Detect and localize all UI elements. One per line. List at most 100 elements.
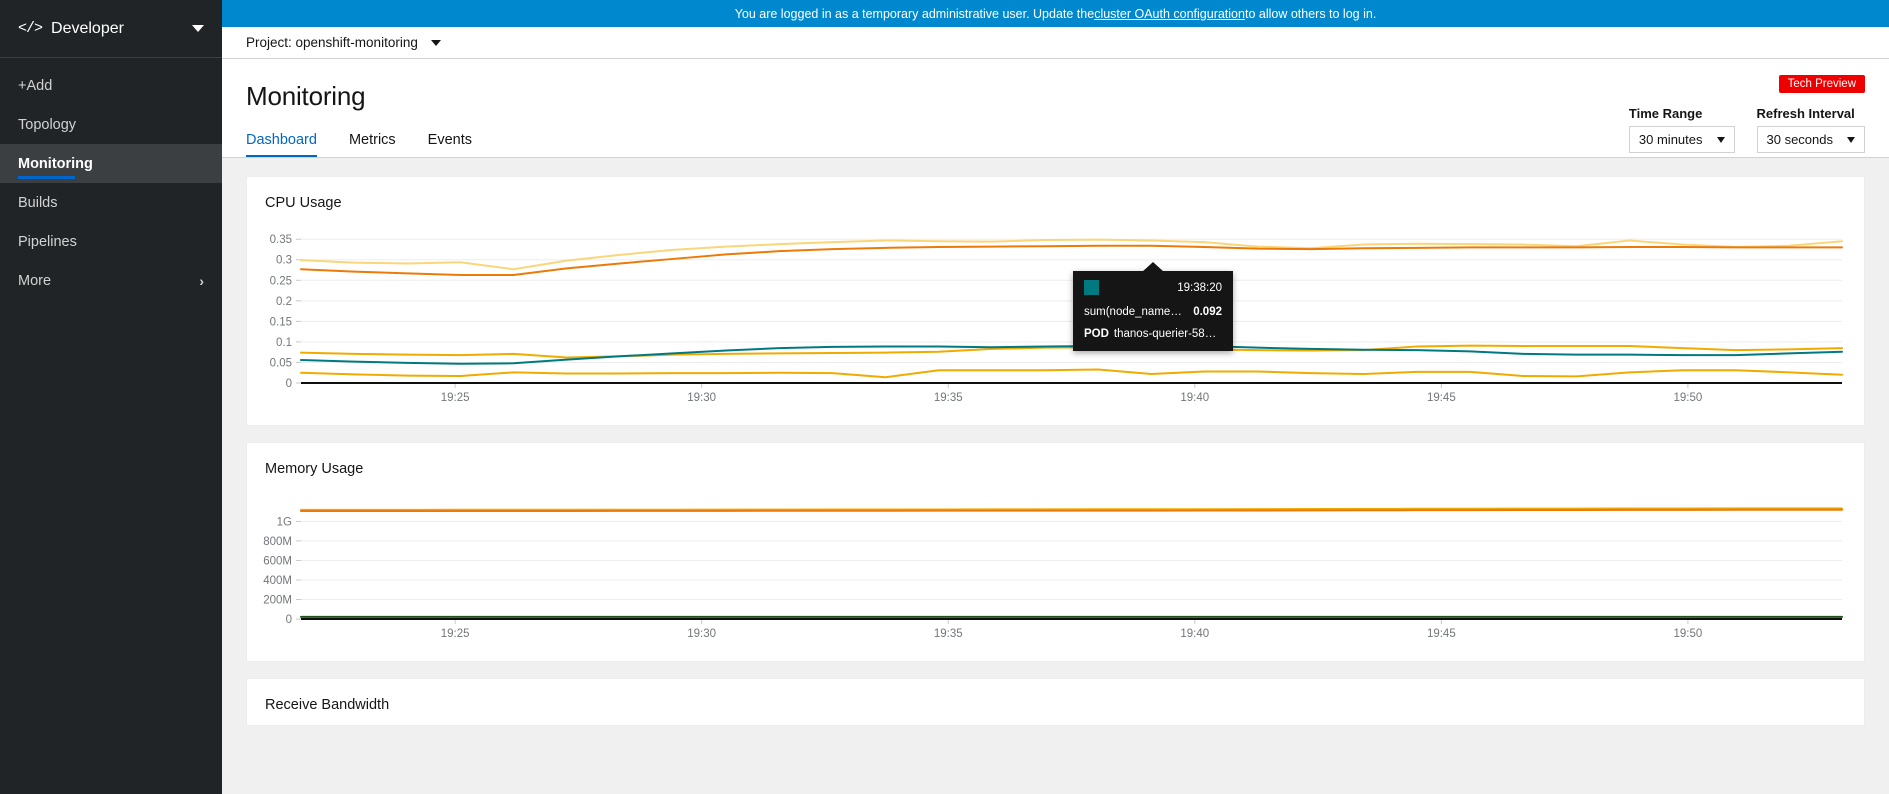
- tooltip-header: 19:38:20: [1073, 271, 1233, 302]
- series-line: [300, 368, 1843, 379]
- tab-metrics[interactable]: Metrics: [338, 132, 407, 157]
- tooltip-metric-value: 0.092: [1193, 306, 1222, 318]
- x-tick-label: 19:50: [1674, 392, 1703, 404]
- sidebar-item-more[interactable]: More ›: [0, 261, 222, 300]
- banner-text-before: You are logged in as a temporary adminis…: [734, 6, 1095, 21]
- page-title: Monitoring: [246, 81, 366, 111]
- x-tick-label: 19:40: [1180, 392, 1209, 404]
- tooltip-timestamp: 19:38:20: [1177, 281, 1222, 294]
- y-tick-label: 0: [286, 378, 292, 390]
- tooltip-series-swatch: [1084, 280, 1099, 295]
- card-cpu-usage: CPU Usage 0 0.05 0.1 0.15 0.2 0.25 0.3 0.35 19:2…: [246, 176, 1865, 426]
- chart-tooltip: 19:38:20 sum(node_namespace_pod_... 0.09…: [1073, 262, 1233, 351]
- y-tick-label: 0.35: [270, 234, 292, 246]
- sidebar-item-label: Pipelines: [18, 233, 77, 250]
- cluster-oauth-configuration-link[interactable]: cluster OAuth configuration: [1094, 7, 1245, 21]
- x-tick-label: 19:45: [1427, 628, 1456, 640]
- tooltip-metric-row: sum(node_namespace_pod_... 0.092: [1073, 302, 1233, 325]
- x-tick-label: 19:25: [441, 392, 470, 404]
- cpu-usage-chart[interactable]: 0 0.05 0.1 0.15 0.2 0.25 0.3 0.35 19:25 19:30 19:3…: [247, 223, 1864, 413]
- refresh-interval-label: Refresh Interval: [1756, 106, 1855, 121]
- chevron-down-icon: [1847, 136, 1855, 143]
- refresh-interval-value: 30 seconds: [1766, 132, 1834, 147]
- chevron-down-icon: [1716, 136, 1725, 143]
- refresh-interval-dropdown[interactable]: 30 seconds: [1756, 126, 1865, 153]
- y-tick-label: 0: [286, 614, 292, 626]
- memory-usage-chart[interactable]: 0 200M 400M 600M 800M 1G 19:25 19:30 19:35 19:40 1…: [247, 489, 1864, 649]
- card-memory-usage: Memory Usage 0 200M 400M 600M 800M 1G 19:25 19:…: [246, 442, 1865, 662]
- y-tick-label: 0.2: [276, 296, 292, 308]
- tab-dashboard[interactable]: Dashboard: [246, 132, 328, 157]
- perspective-label: Developer: [51, 19, 124, 37]
- card-receive-bandwidth: Receive Bandwidth: [246, 678, 1865, 726]
- card-title: CPU Usage: [265, 195, 342, 211]
- time-range-value: 30 minutes: [1638, 132, 1703, 147]
- y-tick-label: 0.05: [270, 357, 292, 369]
- dashboard-content[interactable]: CPU Usage 0 0.05 0.1 0.15 0.2 0.25 0.3 0.35 19:2…: [222, 158, 1889, 794]
- y-tick-label: 600M: [263, 555, 292, 567]
- card-title: Receive Bandwidth: [265, 697, 390, 713]
- series-line: [300, 344, 1843, 359]
- chevron-down-icon: [192, 25, 204, 32]
- sidebar-item-pipelines[interactable]: Pipelines: [0, 222, 222, 261]
- y-tick-label: 400M: [263, 575, 292, 587]
- y-tick-label: 0.1: [276, 337, 292, 349]
- card-title: Memory Usage: [265, 461, 364, 477]
- x-tick-label: 19:35: [934, 392, 963, 404]
- sidebar-item-add[interactable]: +Add: [0, 66, 222, 105]
- code-icon: </>: [18, 20, 43, 37]
- tooltip-label-row: POD thanos-querier-58bb55778d-vk...: [1073, 325, 1233, 351]
- sidebar-item-topology[interactable]: Topology: [0, 105, 222, 144]
- sidebar-item-label: Monitoring: [18, 155, 93, 172]
- time-range-dropdown[interactable]: 30 minutes: [1628, 126, 1735, 153]
- project-selector[interactable]: Project: openshift-monitoring: [246, 35, 441, 50]
- perspective-switcher[interactable]: </> Developer: [0, 0, 222, 58]
- tooltip-label-value: thanos-querier-58bb55778d-vk...: [1113, 328, 1222, 340]
- x-tick-label: 19:50: [1674, 628, 1703, 640]
- sidebar-item-label: +Add: [18, 77, 53, 94]
- y-tick-label: 0.3: [276, 255, 292, 267]
- main-area: You are logged in as a temporary adminis…: [222, 0, 1889, 794]
- banner-text-after: to allow others to log in.: [1244, 6, 1377, 21]
- y-tick-label: 0.25: [270, 275, 292, 287]
- selector-row: Time Range 30 minutes Refresh Interval 3…: [1628, 106, 1865, 153]
- x-tick-label: 19:45: [1427, 392, 1456, 404]
- x-tick-label: 19:25: [441, 628, 470, 640]
- tooltip-label-key: POD: [1084, 328, 1109, 340]
- tech-preview-badge: Tech Preview: [1778, 75, 1865, 93]
- card-body: 0 0.05 0.1 0.15 0.2 0.25 0.3 0.35 19:25 19:30 19:3…: [247, 223, 1864, 425]
- series-line: [300, 238, 1843, 271]
- sidebar-item-label: More: [18, 272, 52, 289]
- sidebar-item-monitoring[interactable]: Monitoring: [0, 144, 222, 183]
- refresh-interval-group: Refresh Interval 30 seconds: [1756, 106, 1865, 153]
- project-selector-label: Project: openshift-monitoring: [246, 35, 418, 50]
- sidebar-item-label: Builds: [18, 194, 58, 211]
- page-header: Monitoring Dashboard Metrics Events Tech P…: [222, 59, 1889, 158]
- y-tick-label: 1G: [277, 516, 292, 528]
- x-tick-label: 19:30: [687, 628, 716, 640]
- x-tick-label: 19:40: [1180, 628, 1209, 640]
- time-range-group: Time Range 30 minutes: [1628, 106, 1735, 153]
- card-body: 0 200M 400M 600M 800M 1G 19:25 19:30 19:35 19:40 1…: [247, 489, 1864, 661]
- project-bar: Project: openshift-monitoring: [222, 27, 1889, 59]
- app-root: </> Developer +Add Topology Monitoring Buil…: [0, 0, 1889, 794]
- series-line: [300, 244, 1843, 276]
- chevron-right-icon: ›: [199, 272, 204, 289]
- y-tick-label: 800M: [263, 536, 292, 548]
- header-controls: Tech Preview Time Range 30 minutes Refre…: [1628, 75, 1865, 153]
- sidebar: </> Developer +Add Topology Monitoring Buil…: [0, 0, 222, 794]
- time-range-label: Time Range: [1628, 106, 1703, 121]
- x-tick-label: 19:30: [687, 392, 716, 404]
- chevron-down-icon: [430, 39, 441, 46]
- tooltip-arrow-icon: [1142, 262, 1164, 272]
- sidebar-nav-list: +Add Topology Monitoring Builds Pipelines Mor…: [0, 58, 222, 300]
- y-tick-label: 200M: [263, 594, 292, 606]
- sidebar-item-builds[interactable]: Builds: [0, 183, 222, 222]
- y-tick-label: 0.15: [270, 316, 292, 328]
- tooltip-metric-name: sum(node_namespace_pod_...: [1084, 306, 1184, 318]
- tab-events[interactable]: Events: [417, 132, 483, 157]
- temporary-admin-banner: You are logged in as a temporary adminis…: [222, 0, 1889, 27]
- sidebar-item-label: Topology: [18, 116, 77, 133]
- tab-bar: Dashboard Metrics Events: [246, 132, 1865, 157]
- x-tick-label: 19:35: [934, 628, 963, 640]
